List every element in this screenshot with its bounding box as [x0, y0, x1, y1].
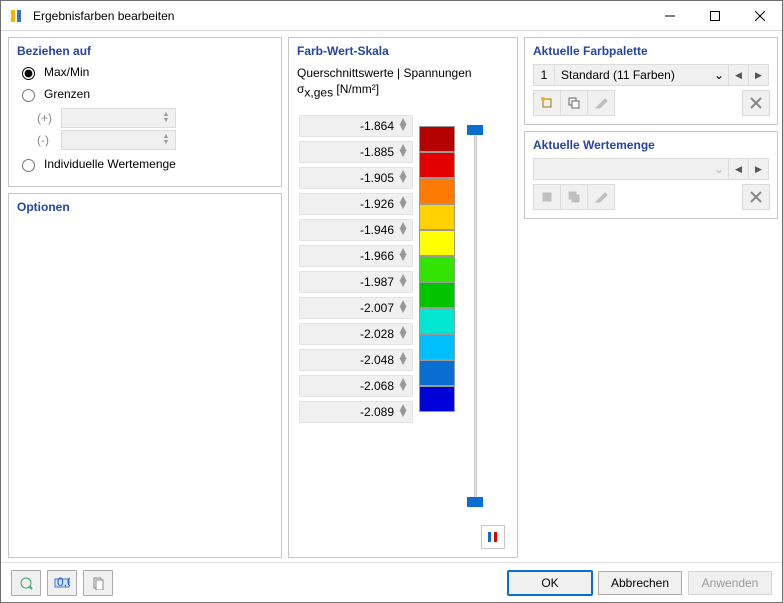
scale-value[interactable]: -2.089▲▼	[299, 401, 413, 423]
range-slider[interactable]	[467, 115, 485, 521]
scale-value[interactable]: -1.905▲▼	[299, 167, 413, 189]
scale-value[interactable]: -2.048▲▼	[299, 349, 413, 371]
scale-value[interactable]: -2.028▲▼	[299, 323, 413, 345]
window-title: Ergebnisfarben bearbeiten	[33, 9, 647, 23]
apply-button[interactable]: Anwenden	[688, 571, 772, 595]
palette-new-button[interactable]	[533, 90, 561, 116]
radio-maxmin[interactable]: Max/Min	[17, 64, 273, 80]
scale-value[interactable]: -1.926▲▼	[299, 193, 413, 215]
maximize-button[interactable]	[692, 1, 737, 30]
panel-color-scale: Farb-Wert-Skala Querschnittswerte | Span…	[288, 37, 518, 558]
color-swatch[interactable]	[419, 334, 455, 360]
valueset-delete-button[interactable]	[742, 184, 770, 210]
limit-minus-row: (-) ▲▼	[37, 130, 273, 150]
minimize-button[interactable]	[647, 1, 692, 30]
valueset-edit-button[interactable]	[587, 184, 615, 210]
scale-value[interactable]: -2.007▲▼	[299, 297, 413, 319]
panel-header: Beziehen auf	[17, 44, 273, 58]
panel-header: Aktuelle Farbpalette	[533, 44, 769, 58]
slider-handle-top[interactable]	[467, 125, 483, 135]
limit-plus-input[interactable]: ▲▼	[61, 108, 176, 128]
cancel-button[interactable]: Abbrechen	[598, 571, 682, 595]
panel-options: Optionen	[8, 193, 282, 558]
valueset-next[interactable]: ▶	[749, 158, 769, 180]
slider-handle-bottom[interactable]	[467, 497, 483, 507]
defaults-button[interactable]: 0,00	[47, 570, 77, 596]
radio-limits[interactable]: Grenzen	[17, 86, 273, 102]
radio-maxmin-label: Max/Min	[44, 66, 89, 78]
panel-header: Aktuelle Wertemenge	[533, 138, 769, 152]
radio-individual-label: Individuelle Wertemenge	[44, 158, 176, 170]
scale-colors	[419, 115, 455, 521]
scale-settings-button[interactable]	[481, 525, 505, 549]
panel-valueset: Aktuelle Wertemenge ⌄ ◀ ▶	[524, 131, 778, 219]
color-swatch[interactable]	[419, 386, 455, 412]
palette-select[interactable]: Standard (11 Farben) ⌄	[555, 64, 729, 86]
scale-subtitle: Querschnittswerte | Spannungen σx,ges [N…	[297, 66, 509, 101]
color-swatch[interactable]	[419, 282, 455, 308]
panel-header: Farb-Wert-Skala	[297, 44, 509, 58]
radio-individual-input[interactable]	[22, 159, 35, 172]
reset-button[interactable]	[83, 570, 113, 596]
valueset-select[interactable]: ⌄	[533, 158, 729, 180]
ok-button[interactable]: OK	[508, 571, 592, 595]
palette-delete-button[interactable]	[742, 90, 770, 116]
chevron-down-icon: ⌄	[714, 162, 724, 176]
palette-copy-button[interactable]	[560, 90, 588, 116]
color-swatch[interactable]	[419, 126, 455, 152]
palette-number[interactable]: 1	[533, 64, 555, 86]
limit-minus-label: (-)	[37, 133, 55, 147]
color-swatch[interactable]	[419, 204, 455, 230]
chevron-down-icon: ⌄	[714, 68, 724, 82]
palette-edit-button[interactable]	[587, 90, 615, 116]
app-icon	[9, 8, 25, 24]
color-swatch[interactable]	[419, 360, 455, 386]
palette-next[interactable]: ▶	[749, 64, 769, 86]
svg-text:0,00: 0,00	[57, 577, 70, 589]
scale-value[interactable]: -1.864▲▼	[299, 115, 413, 137]
panel-header: Optionen	[17, 200, 273, 214]
valueset-new-button[interactable]	[533, 184, 561, 210]
limit-plus-row: (+) ▲▼	[37, 108, 273, 128]
palette-prev[interactable]: ◀	[729, 64, 749, 86]
radio-maxmin-input[interactable]	[22, 67, 35, 80]
scale-value[interactable]: -2.068▲▼	[299, 375, 413, 397]
dialog-footer: 0,00 OK Abbrechen Anwenden	[1, 562, 782, 602]
color-swatch[interactable]	[419, 152, 455, 178]
palette-name: Standard (11 Farben)	[561, 68, 675, 82]
scale-value[interactable]: -1.885▲▼	[299, 141, 413, 163]
color-swatch[interactable]	[419, 178, 455, 204]
panel-refer-to: Beziehen auf Max/Min Grenzen (+) ▲▼ (-) …	[8, 37, 282, 187]
dialog-window: Ergebnisfarben bearbeiten Beziehen auf M…	[0, 0, 783, 603]
scale-value[interactable]: -1.966▲▼	[299, 245, 413, 267]
scale-value[interactable]: -1.946▲▼	[299, 219, 413, 241]
limit-plus-label: (+)	[37, 111, 55, 125]
color-swatch[interactable]	[419, 308, 455, 334]
scale-values: -1.864▲▼ -1.885▲▼ -1.905▲▼ -1.926▲▼ -1.946▲▼…	[299, 115, 413, 521]
radio-limits-input[interactable]	[22, 89, 35, 102]
radio-individual[interactable]: Individuelle Wertemenge	[17, 156, 273, 172]
color-swatch[interactable]	[419, 230, 455, 256]
limit-minus-input[interactable]: ▲▼	[61, 130, 176, 150]
scale-value[interactable]: -1.987▲▼	[299, 271, 413, 293]
close-button[interactable]	[737, 1, 782, 30]
dialog-body: Beziehen auf Max/Min Grenzen (+) ▲▼ (-) …	[1, 31, 782, 562]
color-swatch[interactable]	[419, 256, 455, 282]
panel-palette: Aktuelle Farbpalette 1 Standard (11 Farb…	[524, 37, 778, 125]
valueset-copy-button[interactable]	[560, 184, 588, 210]
valueset-prev[interactable]: ◀	[729, 158, 749, 180]
titlebar: Ergebnisfarben bearbeiten	[1, 1, 782, 31]
slider-track	[474, 129, 477, 503]
help-button[interactable]	[11, 570, 41, 596]
radio-limits-label: Grenzen	[44, 88, 90, 100]
